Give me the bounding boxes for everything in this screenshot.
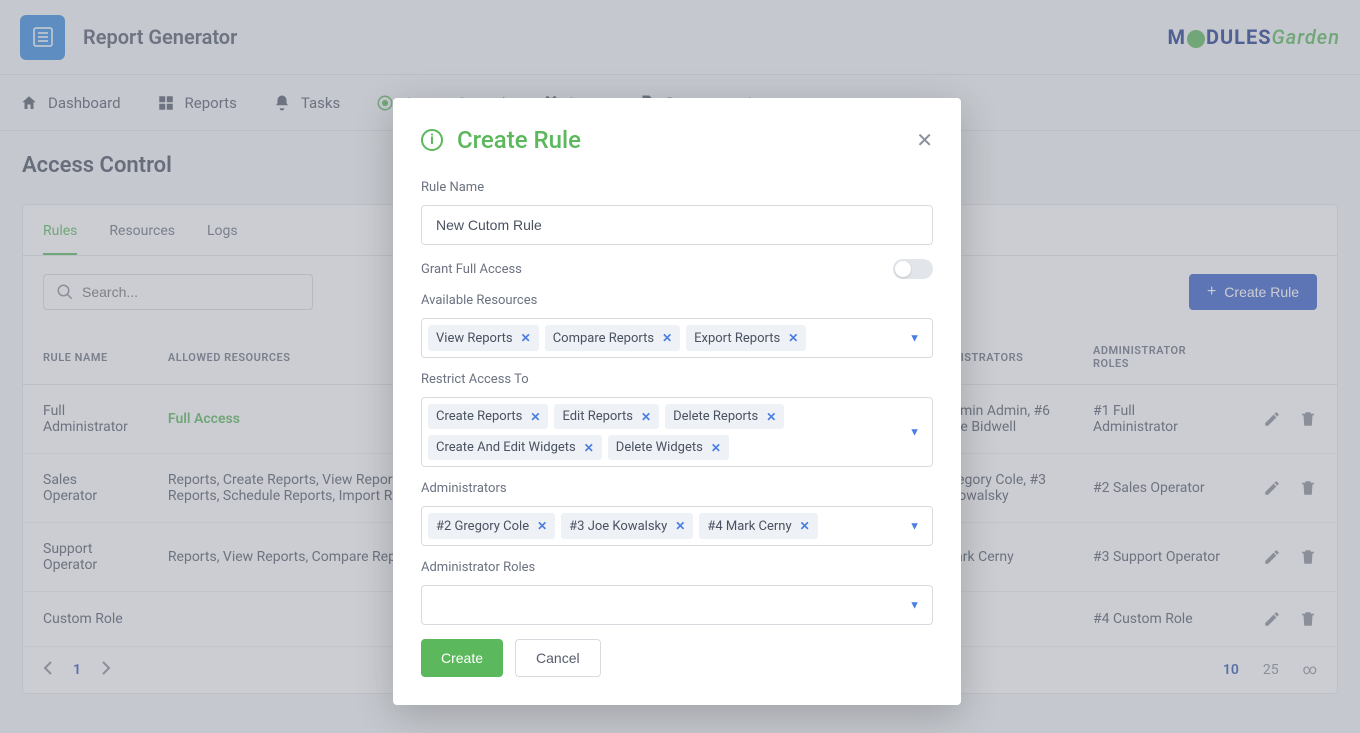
chip: Export Reports✕: [686, 325, 806, 351]
rule-name-input[interactable]: [421, 205, 933, 245]
info-icon: i: [421, 129, 443, 151]
chip: Create And Edit Widgets✕: [428, 435, 602, 460]
chevron-down-icon: ▼: [909, 599, 920, 612]
chip: Create Reports✕: [428, 404, 548, 429]
label-full-access: Grant Full Access: [421, 262, 522, 277]
restrict-access-select[interactable]: Create Reports✕Edit Reports✕Delete Repor…: [421, 397, 933, 467]
chevron-down-icon: ▼: [909, 332, 920, 345]
administrator-roles-select[interactable]: ▼: [421, 585, 933, 625]
label-restrict: Restrict Access To: [421, 372, 933, 387]
chip: #4 Mark Cerny✕: [699, 513, 817, 539]
create-button[interactable]: Create: [421, 639, 503, 677]
remove-chip-icon[interactable]: ✕: [766, 410, 776, 424]
modal-title: Create Rule: [457, 126, 581, 154]
modal-close-button[interactable]: ✕: [916, 130, 933, 150]
chevron-down-icon: ▼: [909, 520, 920, 533]
remove-chip-icon[interactable]: ✕: [521, 331, 531, 345]
chip: Delete Reports✕: [665, 404, 784, 429]
remove-chip-icon[interactable]: ✕: [788, 331, 798, 345]
label-roles: Administrator Roles: [421, 560, 933, 575]
cancel-button[interactable]: Cancel: [515, 639, 601, 677]
label-available: Available Resources: [421, 293, 933, 308]
chip: #3 Joe Kowalsky✕: [561, 513, 693, 539]
remove-chip-icon[interactable]: ✕: [641, 410, 651, 424]
label-admins: Administrators: [421, 481, 933, 496]
create-rule-modal: i Create Rule ✕ Rule Name Grant Full Acc…: [393, 98, 961, 705]
full-access-toggle[interactable]: [893, 259, 933, 279]
remove-chip-icon[interactable]: ✕: [800, 519, 810, 533]
chip: Edit Reports✕: [554, 404, 659, 429]
chip: #2 Gregory Cole✕: [428, 513, 555, 539]
remove-chip-icon[interactable]: ✕: [530, 410, 540, 424]
label-rule-name: Rule Name: [421, 180, 933, 195]
chevron-down-icon: ▼: [909, 426, 920, 439]
remove-chip-icon[interactable]: ✕: [711, 441, 721, 455]
remove-chip-icon[interactable]: ✕: [662, 331, 672, 345]
chip: View Reports✕: [428, 325, 539, 351]
remove-chip-icon[interactable]: ✕: [584, 441, 594, 455]
remove-chip-icon[interactable]: ✕: [675, 519, 685, 533]
available-resources-select[interactable]: View Reports✕Compare Reports✕Export Repo…: [421, 318, 933, 358]
administrators-select[interactable]: #2 Gregory Cole✕#3 Joe Kowalsky✕#4 Mark …: [421, 506, 933, 546]
chip: Delete Widgets✕: [608, 435, 729, 460]
remove-chip-icon[interactable]: ✕: [537, 519, 547, 533]
chip: Compare Reports✕: [545, 325, 680, 351]
